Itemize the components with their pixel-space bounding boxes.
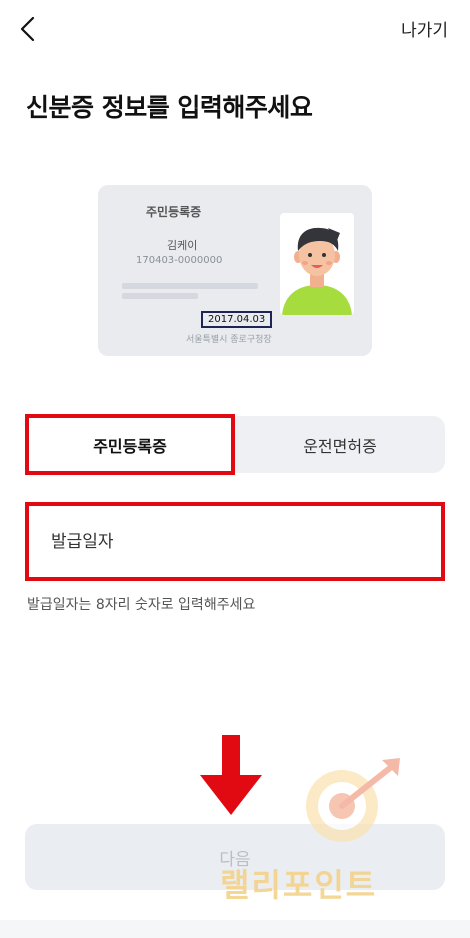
- tab-driver-license[interactable]: 운전면허증: [235, 416, 445, 473]
- person-avatar-icon: [282, 227, 352, 315]
- card-holder-name: 김케이: [167, 239, 198, 252]
- card-issuer: 서울특별시 종로구청장: [186, 335, 272, 345]
- issue-date-highlight: 2017.04.03: [201, 311, 273, 328]
- watermark-text: 랠리포인트: [220, 866, 378, 904]
- issue-date-input[interactable]: [29, 506, 441, 577]
- back-button[interactable]: [14, 14, 44, 44]
- bottom-safe-area: [0, 920, 470, 938]
- placeholder-line: [122, 293, 198, 299]
- target-icon: [306, 758, 400, 842]
- id-type-selector: 주민등록증 운전면허증: [25, 414, 445, 475]
- portrait-photo: [280, 213, 354, 315]
- down-arrow-icon: [200, 735, 262, 815]
- id-card-illustration: 주민등록증 김케이 170403-0000000 2017.04.03 서울특별…: [98, 185, 372, 356]
- tab-resident-card[interactable]: 주민등록증: [25, 414, 235, 475]
- card-id-number: 170403-0000000: [136, 255, 223, 266]
- issue-date-helper-text: 발급일자는 8자리 숫자로 입력해주세요: [27, 597, 256, 613]
- placeholder-line: [122, 283, 258, 289]
- exit-button[interactable]: 나가기: [401, 16, 448, 41]
- card-type-label: 주민등록증: [146, 205, 202, 219]
- issue-date-field: [25, 502, 445, 581]
- page-title: 신분증 정보를 입력해주세요: [26, 93, 313, 122]
- chevron-left-icon: [20, 16, 35, 42]
